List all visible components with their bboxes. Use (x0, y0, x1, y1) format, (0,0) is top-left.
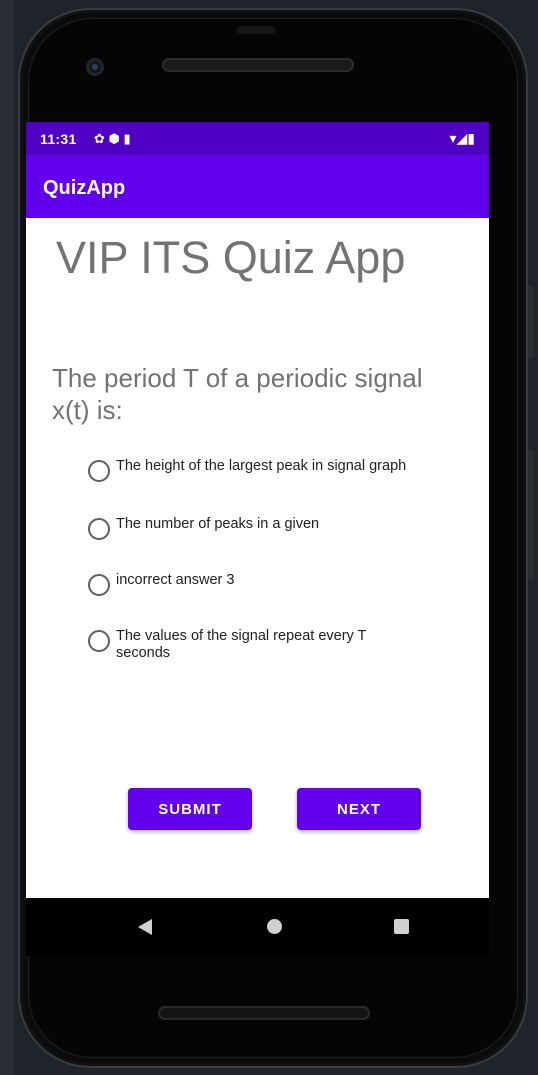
notification-icons: ✿ ⬢ ▮ (94, 131, 131, 146)
radio-button-icon[interactable] (88, 518, 110, 540)
power-button (528, 286, 534, 358)
answer-option-label: The number of peaks in a given (116, 516, 320, 532)
app-title: QuizApp (43, 177, 126, 199)
top-sensor (237, 26, 275, 34)
background-strip (0, 0, 14, 1075)
system-nav-bar (26, 898, 489, 956)
app-bar: QuizApp (26, 155, 489, 218)
home-icon[interactable] (267, 919, 282, 934)
front-camera-icon (86, 58, 104, 76)
submit-button[interactable]: SUBMIT (128, 788, 252, 830)
recents-icon[interactable] (394, 919, 409, 934)
radio-button-icon[interactable] (88, 574, 110, 596)
page-title: VIP ITS Quiz App (56, 232, 406, 283)
top-speaker (162, 58, 354, 72)
answer-option-label: incorrect answer 3 (116, 572, 235, 588)
answer-option-label: The values of the signal repeat every T … (116, 628, 367, 661)
volume-button (528, 450, 534, 580)
question-text: The period T of a periodic signal x(t) i… (52, 363, 423, 425)
app-screen: 11:31 ✿ ⬢ ▮ ▾◢▮ QuizApp VIP ITS Quiz App… (26, 122, 489, 898)
radio-button-icon[interactable] (88, 460, 110, 482)
status-time: 11:31 (40, 131, 77, 147)
answer-option-label: The height of the largest peak in signal… (116, 458, 407, 474)
bottom-speaker (158, 1006, 370, 1020)
radio-button-icon[interactable] (88, 630, 110, 652)
back-icon[interactable] (138, 919, 152, 935)
next-button[interactable]: NEXT (297, 788, 421, 830)
status-bar: 11:31 ✿ ⬢ ▮ ▾◢▮ (26, 122, 489, 155)
signal-battery-icons: ▾◢▮ (449, 130, 476, 146)
